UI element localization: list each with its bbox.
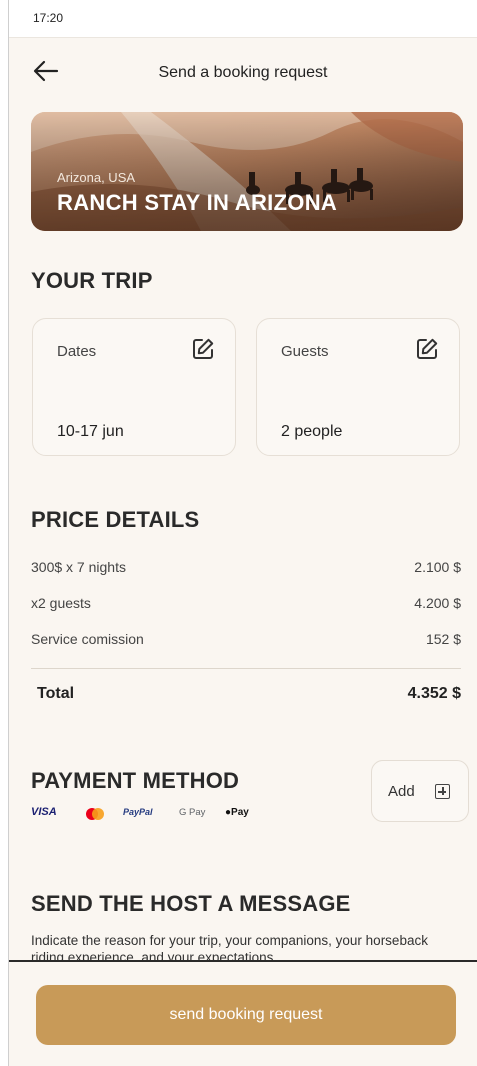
dates-value: 10-17 jun	[57, 423, 124, 440]
listing-location: Arizona, USA	[57, 170, 136, 185]
page-title: Send a booking request	[158, 64, 328, 81]
message-prompt: Indicate the reason for your trip, your …	[31, 933, 428, 960]
message-heading: SEND THE HOST A MESSAGE	[31, 891, 351, 916]
total-row: Total 4.352 $	[37, 685, 461, 703]
visa-logo: VISA	[31, 806, 57, 818]
price-row: x2 guests 4.200 $	[31, 595, 461, 615]
price-row-label: x2 guests	[31, 595, 91, 611]
price-row: Service comission 152 $	[31, 631, 461, 651]
status-time: 17:20	[33, 11, 64, 25]
guests-label: Guests	[281, 343, 329, 360]
guests-value: 2 people	[281, 423, 343, 440]
listing-hero-image: Arizona, USA RANCH STAY IN ARIZONA	[31, 112, 463, 231]
price-row-label: 300$ x 7 nights	[31, 559, 126, 575]
apple-pay-logo: ●Pay	[225, 807, 249, 818]
price-row-value: 2.100 $	[414, 559, 461, 575]
price-divider	[31, 668, 461, 669]
price-row-label: Service comission	[31, 631, 144, 647]
app-frame: 17:20 Send a booking request Arizona, US…	[8, 0, 477, 1066]
send-booking-request-button[interactable]: send booking request	[36, 985, 456, 1045]
total-value: 4.352 $	[407, 685, 461, 702]
payment-method-heading: PAYMENT METHOD	[31, 768, 240, 793]
apple-pay-label: Pay	[231, 807, 249, 818]
add-payment-label: Add	[388, 783, 415, 800]
total-label: Total	[37, 685, 75, 702]
add-payment-button[interactable]: Add	[371, 760, 469, 822]
mastercard-logo	[85, 808, 105, 820]
payment-logos: VISA PayPal G Pay ●Pay	[31, 806, 291, 822]
edit-icon[interactable]	[415, 337, 439, 361]
price-row-value: 152 $	[425, 631, 461, 647]
status-bar: 17:20	[9, 0, 477, 38]
plus-square-icon	[435, 784, 450, 799]
header: Send a booking request	[9, 50, 477, 94]
price-details-heading: PRICE DETAILS	[31, 507, 200, 532]
paypal-logo: PayPal	[123, 807, 153, 817]
google-pay-logo: G Pay	[179, 807, 206, 818]
price-row-value: 4.200 $	[414, 595, 461, 611]
dates-label: Dates	[57, 343, 97, 360]
listing-title: RANCH STAY IN ARIZONA	[57, 190, 338, 215]
price-row: 300$ x 7 nights 2.100 $	[31, 559, 461, 579]
guests-card[interactable]: Guests 2 people	[256, 318, 460, 456]
your-trip-heading: YOUR TRIP	[31, 268, 153, 293]
bottom-action-bar: send booking request	[9, 960, 477, 1066]
dates-card[interactable]: Dates 10-17 jun	[32, 318, 236, 456]
edit-icon[interactable]	[191, 337, 215, 361]
